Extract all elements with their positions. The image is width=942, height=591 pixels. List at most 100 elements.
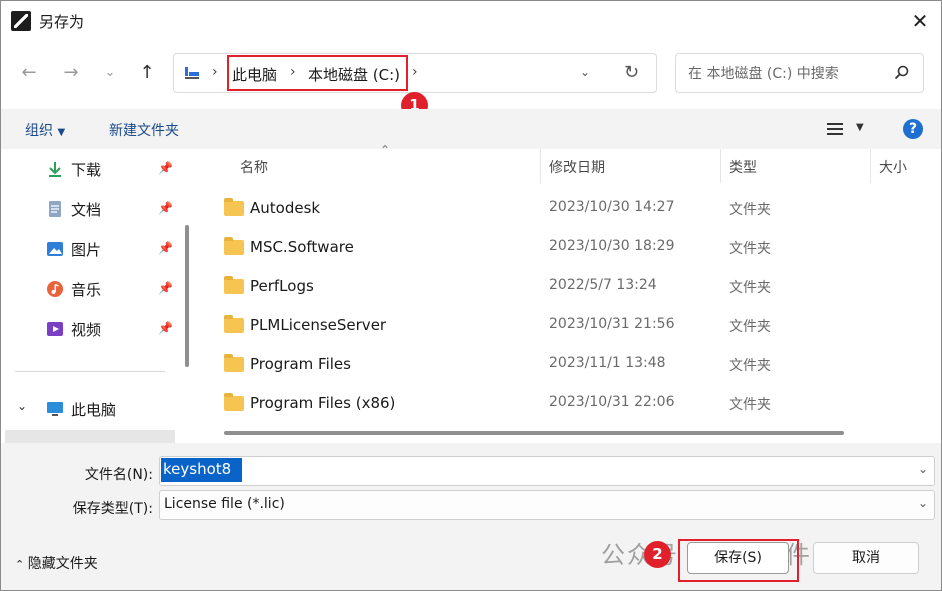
chevron-down-icon[interactable]: ⌄ xyxy=(918,496,928,510)
back-button[interactable]: ← xyxy=(17,61,41,85)
picture-icon xyxy=(47,242,63,256)
close-button[interactable]: ✕ xyxy=(901,5,939,37)
command-bar: 组织 ▼ 新建文件夹 ▼ ? xyxy=(1,109,941,149)
search-input[interactable] xyxy=(686,62,890,86)
table-row[interactable]: Autodesk 2023/10/30 14:27 文件夹 xyxy=(204,189,921,228)
table-row[interactable]: MSC.Software 2023/10/30 18:29 文件夹 xyxy=(204,228,921,267)
file-date: 2023/10/31 21:56 xyxy=(549,316,675,332)
column-header-date[interactable]: 修改日期 xyxy=(549,157,605,177)
folder-icon xyxy=(224,276,244,294)
table-row[interactable]: Program Files (x86) 2023/10/31 22:06 文件夹 xyxy=(204,384,921,423)
up-button[interactable]: ↑ xyxy=(135,61,159,85)
file-type: 文件夹 xyxy=(729,397,771,413)
search-box[interactable] xyxy=(675,53,924,93)
organize-button[interactable]: 组织 ▼ xyxy=(25,120,65,140)
column-header-name[interactable]: 名称 xyxy=(240,157,268,177)
window-title: 另存为 xyxy=(39,13,85,31)
new-folder-button[interactable]: 新建文件夹 xyxy=(109,120,179,140)
folder-icon xyxy=(224,315,244,333)
file-name: MSC.Software xyxy=(250,238,354,256)
sidebar-item-label: 图片 xyxy=(71,241,102,259)
filename-input[interactable] xyxy=(164,460,864,482)
chevron-up-icon: ⌃ xyxy=(15,558,28,571)
document-icon xyxy=(49,201,61,217)
sidebar-item-music[interactable]: 音乐 📌 xyxy=(1,269,176,309)
file-name: Autodesk xyxy=(250,199,321,217)
view-list-icon[interactable] xyxy=(827,122,843,136)
sidebar-item-label: 视频 xyxy=(71,321,102,339)
table-row[interactable]: PerfLogs 2022/5/7 13:24 文件夹 xyxy=(204,267,921,306)
sidebar-item-downloads[interactable]: 下载 📌 xyxy=(1,149,176,189)
hide-folders-label: 隐藏文件夹 xyxy=(27,556,98,572)
breadcrumb-separator: › xyxy=(212,64,218,80)
column-divider[interactable] xyxy=(720,149,721,183)
sidebar-item-documents[interactable]: 文档 📌 xyxy=(1,189,176,229)
file-name: PerfLogs xyxy=(250,277,314,295)
table-row[interactable]: PLMLicenseServer 2023/10/31 21:56 文件夹 xyxy=(204,306,921,345)
column-divider[interactable] xyxy=(870,149,871,183)
file-date: 2022/5/7 13:24 xyxy=(549,277,657,293)
pin-icon: 📌 xyxy=(158,161,173,175)
pin-icon: 📌 xyxy=(158,321,173,335)
file-type: 文件夹 xyxy=(729,358,771,374)
file-name: Program Files (x86) xyxy=(250,394,396,412)
sidebar-item-this-pc[interactable]: ⌄ 此电脑 xyxy=(1,389,176,429)
app-icon xyxy=(11,11,31,31)
hide-folders-toggle[interactable]: ⌃ 隐藏文件夹 xyxy=(15,553,98,573)
computer-icon xyxy=(47,402,63,416)
computer-icon xyxy=(185,67,199,79)
music-icon xyxy=(47,281,63,297)
folder-icon xyxy=(224,198,244,216)
file-type: 文件夹 xyxy=(729,241,771,257)
horizontal-scrollbar[interactable] xyxy=(224,431,844,435)
title-bar: 另存为 ✕ xyxy=(1,1,941,41)
sidebar-item-label: 音乐 xyxy=(71,281,102,299)
sidebar-selected-item[interactable] xyxy=(5,430,175,443)
column-header-type[interactable]: 类型 xyxy=(729,157,757,177)
folder-icon xyxy=(224,237,244,255)
forward-button[interactable]: → xyxy=(59,61,83,85)
cancel-button[interactable]: 取消 xyxy=(813,542,919,574)
sidebar-item-label: 文档 xyxy=(71,201,102,219)
file-name: PLMLicenseServer xyxy=(250,316,387,334)
refresh-icon[interactable]: ↻ xyxy=(624,62,639,83)
sidebar-item-label: 下载 xyxy=(71,161,102,179)
highlight-box-1 xyxy=(227,55,408,91)
search-icon[interactable] xyxy=(894,65,910,81)
step-badge-2: 2 xyxy=(644,541,671,568)
file-date: 2023/11/1 13:48 xyxy=(549,355,666,371)
chevron-down-icon[interactable]: ⌄ xyxy=(918,462,928,476)
view-options-caret-icon[interactable]: ▼ xyxy=(856,122,864,133)
sidebar-divider xyxy=(15,371,165,372)
file-name: Program Files xyxy=(250,355,351,373)
sidebar-scrollbar[interactable] xyxy=(185,225,189,367)
filename-label: 文件名(N): xyxy=(84,467,153,483)
sidebar-item-label: 此电脑 xyxy=(71,401,117,419)
filename-field[interactable]: ⌄ xyxy=(159,456,935,486)
file-date: 2023/10/30 14:27 xyxy=(549,199,675,215)
sort-up-icon: ⌃ xyxy=(380,143,391,157)
vertical-scrollbar-track[interactable] xyxy=(921,149,941,443)
help-icon[interactable]: ? xyxy=(903,119,923,139)
chevron-down-icon[interactable]: ⌄ xyxy=(17,399,27,413)
save-as-dialog: 另存为 ✕ ← → ⌄ ↑ › 此电脑 › 本地磁盘 (C:) › ⌄ ↻ 1 … xyxy=(0,0,942,591)
file-type: 文件夹 xyxy=(729,202,771,218)
pin-icon: 📌 xyxy=(158,241,173,255)
sidebar-item-videos[interactable]: 视频 📌 xyxy=(1,309,176,349)
address-dropdown-icon[interactable]: ⌄ xyxy=(580,65,590,79)
column-divider[interactable] xyxy=(540,149,541,183)
file-date: 2023/10/31 22:06 xyxy=(549,394,675,410)
filetype-select[interactable]: License file (*.lic) ⌄ xyxy=(159,490,935,520)
table-row[interactable]: Program Files 2023/11/1 13:48 文件夹 xyxy=(204,345,921,384)
folder-icon xyxy=(224,354,244,372)
file-type: 文件夹 xyxy=(729,319,771,335)
filename-value: keyshot8 xyxy=(163,460,232,478)
sidebar-item-pictures[interactable]: 图片 📌 xyxy=(1,229,176,269)
column-header-size[interactable]: 大小 xyxy=(879,157,907,177)
caret-down-icon: ▼ xyxy=(57,127,66,138)
folder-icon xyxy=(224,393,244,411)
file-list: ⌃ 名称 修改日期 类型 大小 Autodesk 2023/10/30 14:2… xyxy=(204,143,921,443)
recent-locations-button[interactable]: ⌄ xyxy=(98,61,122,85)
pin-icon: 📌 xyxy=(158,201,173,215)
organize-label: 组织 xyxy=(25,123,53,139)
